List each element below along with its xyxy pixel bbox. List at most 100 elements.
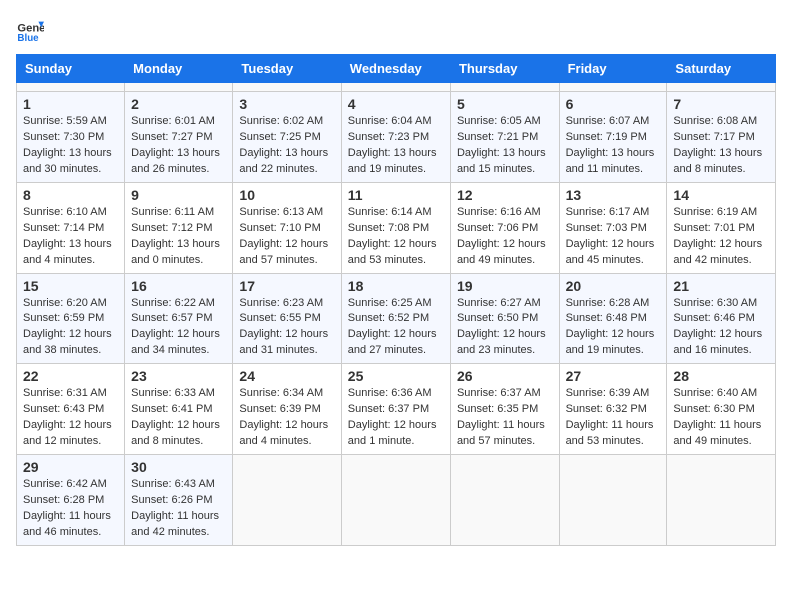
calendar-cell: 16 Sunrise: 6:22 AMSunset: 6:57 PMDayligh… bbox=[125, 273, 233, 364]
day-info: Sunrise: 6:04 AMSunset: 7:23 PMDaylight:… bbox=[348, 114, 444, 178]
calendar-cell: 12 Sunrise: 6:16 AMSunset: 7:06 PMDayligh… bbox=[450, 182, 559, 273]
day-info: Sunrise: 6:16 AMSunset: 7:06 PMDaylight:… bbox=[457, 205, 553, 269]
day-number: 13 bbox=[566, 187, 661, 203]
page-header: General Blue bbox=[16, 16, 776, 44]
day-info: Sunrise: 6:01 AMSunset: 7:27 PMDaylight:… bbox=[131, 114, 226, 178]
day-number: 1 bbox=[23, 96, 118, 112]
calendar-cell: 27 Sunrise: 6:39 AMSunset: 6:32 PMDayligh… bbox=[559, 364, 667, 455]
calendar-cell: 24Sunrise: 6:34 AMSunset: 6:39 PMDayligh… bbox=[233, 364, 341, 455]
day-number: 4 bbox=[348, 96, 444, 112]
calendar-cell bbox=[450, 455, 559, 546]
day-number: 26 bbox=[457, 368, 553, 384]
day-number: 21 bbox=[673, 278, 769, 294]
day-number: 18 bbox=[348, 278, 444, 294]
day-number: 17 bbox=[239, 278, 334, 294]
calendar-cell: 5 Sunrise: 6:05 AMSunset: 7:21 PMDaylight… bbox=[450, 92, 559, 183]
col-header-friday: Friday bbox=[559, 55, 667, 83]
day-number: 15 bbox=[23, 278, 118, 294]
day-number: 14 bbox=[673, 187, 769, 203]
day-info: Sunrise: 6:37 AMSunset: 6:35 PMDaylight:… bbox=[457, 386, 553, 450]
day-number: 8 bbox=[23, 187, 118, 203]
calendar-cell: 23Sunrise: 6:33 AMSunset: 6:41 PMDayligh… bbox=[125, 364, 233, 455]
day-number: 12 bbox=[457, 187, 553, 203]
calendar-cell: 1 Sunrise: 5:59 AMSunset: 7:30 PMDaylight… bbox=[17, 92, 125, 183]
day-number: 27 bbox=[566, 368, 661, 384]
day-number: 20 bbox=[566, 278, 661, 294]
calendar-week-2: 1 Sunrise: 5:59 AMSunset: 7:30 PMDaylight… bbox=[17, 92, 776, 183]
calendar-cell bbox=[341, 83, 450, 92]
col-header-tuesday: Tuesday bbox=[233, 55, 341, 83]
day-info: Sunrise: 5:59 AMSunset: 7:30 PMDaylight:… bbox=[23, 114, 118, 178]
day-info: Sunrise: 6:08 AMSunset: 7:17 PMDaylight:… bbox=[673, 114, 769, 178]
day-info: Sunrise: 6:14 AMSunset: 7:08 PMDaylight:… bbox=[348, 205, 444, 269]
svg-text:Blue: Blue bbox=[17, 33, 39, 44]
col-header-monday: Monday bbox=[125, 55, 233, 83]
calendar-cell: 28Sunrise: 6:40 AMSunset: 6:30 PMDayligh… bbox=[667, 364, 776, 455]
calendar-cell bbox=[559, 83, 667, 92]
day-info: Sunrise: 6:30 AMSunset: 6:46 PMDaylight:… bbox=[673, 296, 769, 360]
calendar-table: SundayMondayTuesdayWednesdayThursdayFrid… bbox=[16, 54, 776, 546]
day-number: 11 bbox=[348, 187, 444, 203]
day-info: Sunrise: 6:39 AMSunset: 6:32 PMDaylight:… bbox=[566, 386, 661, 450]
calendar-cell: 2 Sunrise: 6:01 AMSunset: 7:27 PMDaylight… bbox=[125, 92, 233, 183]
day-number: 28 bbox=[673, 368, 769, 384]
calendar-cell bbox=[233, 83, 341, 92]
day-info: Sunrise: 6:43 AMSunset: 6:26 PMDaylight:… bbox=[131, 477, 226, 541]
calendar-cell: 17 Sunrise: 6:23 AMSunset: 6:55 PMDayligh… bbox=[233, 273, 341, 364]
col-header-wednesday: Wednesday bbox=[341, 55, 450, 83]
logo: General Blue bbox=[16, 16, 48, 44]
day-number: 25 bbox=[348, 368, 444, 384]
col-header-sunday: Sunday bbox=[17, 55, 125, 83]
calendar-cell bbox=[667, 455, 776, 546]
calendar-cell bbox=[17, 83, 125, 92]
calendar-cell: 3 Sunrise: 6:02 AMSunset: 7:25 PMDaylight… bbox=[233, 92, 341, 183]
calendar-cell bbox=[559, 455, 667, 546]
calendar-cell bbox=[667, 83, 776, 92]
day-number: 24 bbox=[239, 368, 334, 384]
day-number: 10 bbox=[239, 187, 334, 203]
col-header-thursday: Thursday bbox=[450, 55, 559, 83]
day-number: 7 bbox=[673, 96, 769, 112]
day-number: 19 bbox=[457, 278, 553, 294]
calendar-cell: 26 Sunrise: 6:37 AMSunset: 6:35 PMDayligh… bbox=[450, 364, 559, 455]
day-info: Sunrise: 6:13 AMSunset: 7:10 PMDaylight:… bbox=[239, 205, 334, 269]
day-info: Sunrise: 6:23 AMSunset: 6:55 PMDaylight:… bbox=[239, 296, 334, 360]
calendar-cell: 29Sunrise: 6:42 AMSunset: 6:28 PMDayligh… bbox=[17, 455, 125, 546]
day-number: 2 bbox=[131, 96, 226, 112]
calendar-week-4: 15 Sunrise: 6:20 AMSunset: 6:59 PMDayligh… bbox=[17, 273, 776, 364]
day-number: 16 bbox=[131, 278, 226, 294]
day-number: 6 bbox=[566, 96, 661, 112]
day-number: 22 bbox=[23, 368, 118, 384]
day-info: Sunrise: 6:22 AMSunset: 6:57 PMDaylight:… bbox=[131, 296, 226, 360]
day-info: Sunrise: 6:05 AMSunset: 7:21 PMDaylight:… bbox=[457, 114, 553, 178]
day-info: Sunrise: 6:27 AMSunset: 6:50 PMDaylight:… bbox=[457, 296, 553, 360]
day-number: 9 bbox=[131, 187, 226, 203]
calendar-week-5: 22Sunrise: 6:31 AMSunset: 6:43 PMDayligh… bbox=[17, 364, 776, 455]
calendar-week-6: 29Sunrise: 6:42 AMSunset: 6:28 PMDayligh… bbox=[17, 455, 776, 546]
calendar-cell: 19 Sunrise: 6:27 AMSunset: 6:50 PMDayligh… bbox=[450, 273, 559, 364]
day-number: 5 bbox=[457, 96, 553, 112]
day-info: Sunrise: 6:28 AMSunset: 6:48 PMDaylight:… bbox=[566, 296, 661, 360]
day-info: Sunrise: 6:02 AMSunset: 7:25 PMDaylight:… bbox=[239, 114, 334, 178]
calendar-cell: 10 Sunrise: 6:13 AMSunset: 7:10 PMDayligh… bbox=[233, 182, 341, 273]
day-info: Sunrise: 6:36 AMSunset: 6:37 PMDaylight:… bbox=[348, 386, 444, 450]
calendar-cell bbox=[125, 83, 233, 92]
calendar-cell: 25 Sunrise: 6:36 AMSunset: 6:37 PMDayligh… bbox=[341, 364, 450, 455]
day-info: Sunrise: 6:20 AMSunset: 6:59 PMDaylight:… bbox=[23, 296, 118, 360]
calendar-cell: 30Sunrise: 6:43 AMSunset: 6:26 PMDayligh… bbox=[125, 455, 233, 546]
calendar-week-3: 8Sunrise: 6:10 AMSunset: 7:14 PMDaylight… bbox=[17, 182, 776, 273]
day-info: Sunrise: 6:25 AMSunset: 6:52 PMDaylight:… bbox=[348, 296, 444, 360]
calendar-cell: 13Sunrise: 6:17 AMSunset: 7:03 PMDayligh… bbox=[559, 182, 667, 273]
logo-icon: General Blue bbox=[16, 16, 44, 44]
calendar-cell: 6Sunrise: 6:07 AMSunset: 7:19 PMDaylight… bbox=[559, 92, 667, 183]
calendar-cell: 11 Sunrise: 6:14 AMSunset: 7:08 PMDayligh… bbox=[341, 182, 450, 273]
calendar-cell: 7 Sunrise: 6:08 AMSunset: 7:17 PMDaylight… bbox=[667, 92, 776, 183]
calendar-cell bbox=[233, 455, 341, 546]
calendar-cell: 8Sunrise: 6:10 AMSunset: 7:14 PMDaylight… bbox=[17, 182, 125, 273]
calendar-header-row: SundayMondayTuesdayWednesdayThursdayFrid… bbox=[17, 55, 776, 83]
day-number: 29 bbox=[23, 459, 118, 475]
calendar-cell: 9Sunrise: 6:11 AMSunset: 7:12 PMDaylight… bbox=[125, 182, 233, 273]
calendar-cell: 15 Sunrise: 6:20 AMSunset: 6:59 PMDayligh… bbox=[17, 273, 125, 364]
day-info: Sunrise: 6:33 AMSunset: 6:41 PMDaylight:… bbox=[131, 386, 226, 450]
day-number: 3 bbox=[239, 96, 334, 112]
